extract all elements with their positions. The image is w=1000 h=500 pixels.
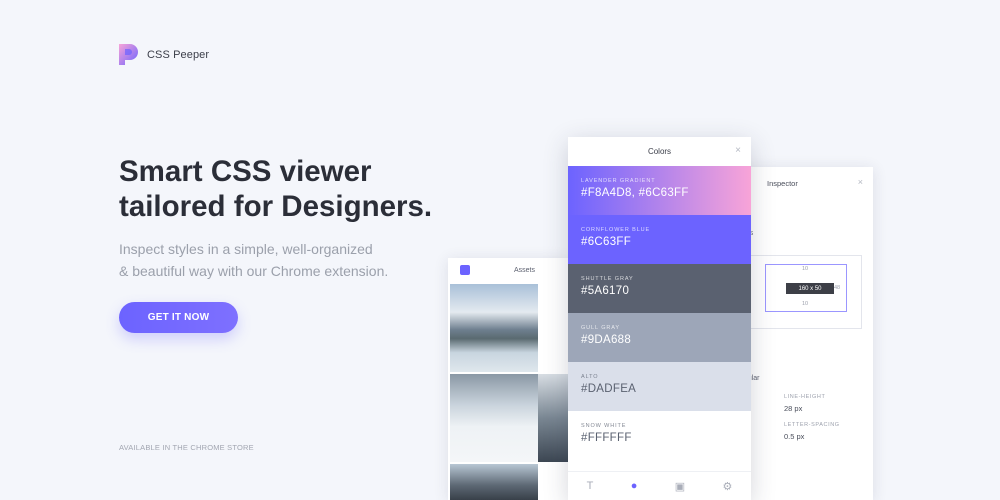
swatch-code: #FFFFFF: [581, 432, 632, 444]
asset-image-hand[interactable]: [538, 374, 568, 462]
letter-spacing-label: LETTER-SPACING: [784, 422, 840, 428]
swatch-name: Gull gray: [581, 325, 620, 331]
color-swatch[interactable]: Snow white #FFFFFF: [568, 411, 751, 460]
subtitle-line-1: Inspect styles in a simple, well-organiz…: [119, 241, 373, 257]
box-right-value: 48: [834, 285, 841, 291]
swatch-name: Alto: [581, 374, 599, 380]
swatch-name: Shuttle gray: [581, 276, 634, 282]
color-swatch[interactable]: Gull gray #9DA688: [568, 313, 751, 362]
box-model: 10 160 x 50 10 48: [750, 255, 862, 329]
subtitle-line-2: & beautiful way with our Chrome extensio…: [119, 263, 389, 279]
color-swatch[interactable]: Cornflower blue #6C63FF: [568, 215, 751, 264]
box-model-margin: 10 160 x 50 10 48: [765, 264, 847, 312]
swatch-list: Lavender gradient #F8A4D8, #6C63FF Cornflo…: [568, 166, 751, 460]
close-icon[interactable]: ×: [735, 145, 741, 156]
page-title: Smart CSS viewer tailored for Designers.: [119, 154, 432, 224]
gear-icon[interactable]: ⚙: [722, 480, 732, 493]
swatch-code: #9DA688: [581, 334, 632, 346]
line-height-value: 28 px: [784, 404, 803, 413]
assets-panel: Assets: [448, 258, 568, 500]
brand-name: CSS Peeper: [147, 48, 210, 61]
swatch-name: Snow white: [581, 423, 627, 429]
text-icon[interactable]: T: [587, 480, 594, 492]
swatch-name: Lavender gradient: [581, 178, 656, 184]
chrome-store-link[interactable]: AVAILABLE IN THE CHROME STORE: [119, 443, 254, 452]
drop-icon[interactable]: ●: [631, 480, 638, 492]
letter-spacing-value: 0.5 px: [784, 432, 805, 441]
box-content-size: 160 x 50: [786, 283, 834, 294]
close-icon[interactable]: ×: [858, 177, 863, 187]
swatch-code: #F8A4D8, #6C63FF: [581, 187, 689, 199]
logo[interactable]: CSS Peeper: [119, 44, 209, 65]
swatch-name: Cornflower blue: [581, 227, 651, 233]
colors-header: Colors ×: [568, 137, 751, 166]
assets-title: Assets: [514, 266, 536, 274]
bottom-toolbar: T ● ▣ ⚙: [568, 471, 751, 500]
inspector-panel: Inspector × rties 10 160 x 50 10 48 egul…: [740, 167, 873, 500]
swatch-code: #DADFEA: [581, 383, 637, 395]
swatch-code: #6C63FF: [581, 236, 632, 248]
subtitle: Inspect styles in a simple, well-organiz…: [119, 238, 388, 282]
assets-header: Assets: [448, 258, 568, 282]
asset-image-lake[interactable]: [450, 284, 538, 372]
box-top-value: 10: [802, 266, 809, 272]
color-swatch[interactable]: Lavender gradient #F8A4D8, #6C63FF: [568, 166, 751, 215]
line-height-label: LINE-HEIGHT: [784, 394, 826, 400]
colors-panel: Colors × Lavender gradient #F8A4D8, #6C63…: [568, 137, 751, 500]
logo-icon: [119, 44, 138, 65]
get-it-now-button[interactable]: GET IT NOW: [119, 302, 238, 333]
box-bottom-value: 10: [802, 301, 809, 307]
assets-icon: [460, 265, 470, 275]
headline-line-2: tailored for Designers.: [119, 190, 433, 223]
color-swatch[interactable]: Alto #DADFEA: [568, 362, 751, 411]
color-swatch[interactable]: Shuttle gray #5A6170: [568, 264, 751, 313]
swatch-code: #5A6170: [581, 285, 630, 297]
inspector-title: Inspector: [767, 179, 798, 188]
camera-icon[interactable]: ▣: [675, 480, 685, 493]
asset-image-people[interactable]: [450, 464, 538, 500]
headline-line-1: Smart CSS viewer: [119, 155, 372, 188]
colors-title: Colors: [647, 147, 672, 156]
asset-image-snow[interactable]: [450, 374, 538, 462]
